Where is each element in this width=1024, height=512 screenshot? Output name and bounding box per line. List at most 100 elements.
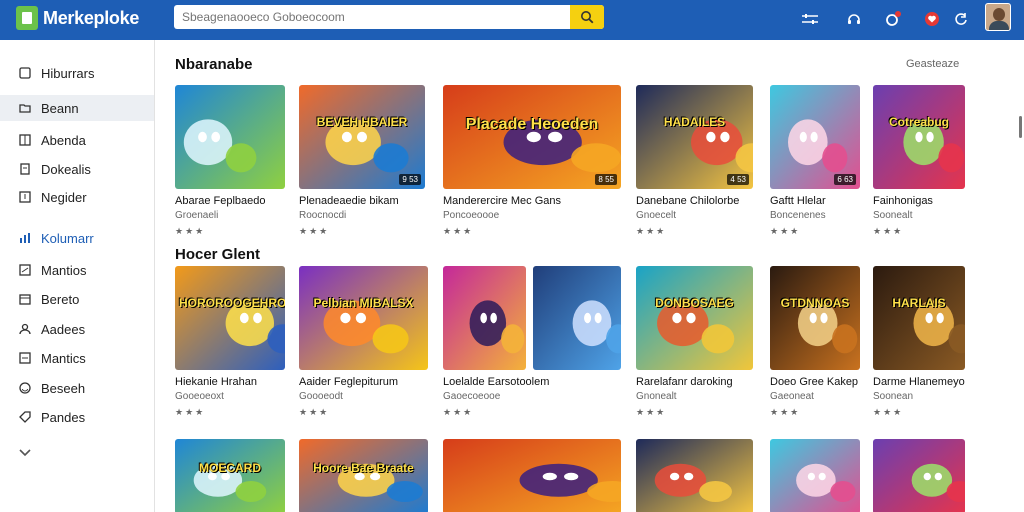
card-publisher: Gnoecelt <box>636 210 677 221</box>
card-rating: ★★★ <box>770 407 801 417</box>
search-bar <box>174 5 604 29</box>
sidebar-item-2[interactable]: Beann <box>0 95 154 121</box>
document-icon <box>18 162 32 176</box>
sidebar-item-1[interactable]: Hiburrars <box>0 60 154 86</box>
game-thumbnail[interactable] <box>533 266 621 370</box>
card-title[interactable]: Darme Hlanemeyo <box>873 376 965 388</box>
sidebar-item-3[interactable]: Abenda <box>0 127 154 153</box>
smile-icon <box>18 381 32 395</box>
card-publisher: Gnonealt <box>636 391 677 402</box>
grid-icon <box>18 133 32 147</box>
game-thumbnail[interactable]: Hoore Bae Braate <box>299 439 428 512</box>
sidebar: Hiburrars Beann Abenda Dokealis Negider Kolum… <box>0 40 155 512</box>
sidebar-item-12[interactable]: Pandes <box>0 404 154 430</box>
card-rating: ★★★ <box>299 407 330 417</box>
card-publisher: Gaoecoeooe <box>443 391 501 402</box>
card-title[interactable]: Manderercire Mec Gans <box>443 195 561 207</box>
game-thumbnail[interactable]: HARLAIS <box>873 266 965 370</box>
game-thumbnail[interactable]: Pelbian MIBALSX <box>299 266 428 370</box>
sidebar-item-9[interactable]: Aadees <box>0 316 154 342</box>
game-thumbnail[interactable]: GTDNNOAS <box>770 266 860 370</box>
notifications-icon[interactable] <box>882 8 904 30</box>
card-title[interactable]: Danebane Chilolorbe <box>636 195 739 207</box>
card-publisher: Soonean <box>873 391 914 402</box>
card-rating: ★★★ <box>770 226 801 236</box>
sidebar-item-label: Mantics <box>41 350 86 366</box>
section-title: Hocer Glent <box>175 246 261 263</box>
game-thumbnail[interactable]: BEVEH HBAIER 9 53 <box>299 85 425 189</box>
card-publisher: Groenaeli <box>175 210 219 221</box>
sidebar-more-button[interactable] <box>0 440 154 466</box>
game-thumbnail[interactable] <box>443 266 526 370</box>
section-title: Nbaranabe <box>175 56 253 73</box>
game-thumbnail[interactable] <box>770 439 860 512</box>
game-thumbnail[interactable]: HOROROOGEHRO <box>175 266 285 370</box>
card-publisher: Soonealt <box>873 210 913 221</box>
sidebar-item-label: Hiburrars <box>41 65 95 81</box>
sidebar-item-label: Bereto <box>41 291 80 307</box>
card-badge: 6 63 <box>834 174 856 185</box>
card-publisher: Boncenenes <box>770 210 826 221</box>
scrollbar[interactable] <box>1019 116 1022 138</box>
card-title[interactable]: Loelalde Earsotoolem <box>443 376 549 388</box>
search-button[interactable] <box>570 5 604 29</box>
app-logo[interactable]: Merkeploke <box>16 6 139 30</box>
card-rating: ★★★ <box>636 407 667 417</box>
settings-sliders-icon[interactable] <box>799 8 821 30</box>
game-thumbnail[interactable]: Placade Heoeden 8 55 <box>443 85 621 189</box>
game-thumbnail[interactable]: DONBOSAEG <box>636 266 753 370</box>
game-thumbnail[interactable] <box>443 439 621 512</box>
card-title[interactable]: Fainhonigas <box>873 195 933 207</box>
sidebar-item-4[interactable]: Dokealis <box>0 156 154 182</box>
list-icon <box>18 351 32 365</box>
card-title[interactable]: Hiekanie Hrahan <box>175 376 257 388</box>
card-rating: ★★★ <box>873 226 904 236</box>
game-thumbnail[interactable] <box>175 85 285 189</box>
refresh-icon[interactable] <box>950 8 972 30</box>
thumbnail-title: Pelbian MIBALSX <box>313 296 414 311</box>
sidebar-item-11[interactable]: Beseeh <box>0 375 154 401</box>
card-rating: ★★★ <box>443 407 474 417</box>
app-name: Merkeploke <box>43 7 140 28</box>
sidebar-item-label: Pandes <box>41 409 86 425</box>
sidebar-item-8[interactable]: Bereto <box>0 286 154 312</box>
see-all-link[interactable]: Geasteaze <box>906 58 959 70</box>
folder-icon <box>18 101 32 115</box>
download-icon <box>18 190 32 204</box>
sidebar-item-10[interactable]: Mantics <box>0 345 154 371</box>
card-title[interactable]: Abarae Feplbaedo <box>175 195 266 207</box>
card-title[interactable]: Aaider Feglepiturum <box>299 376 398 388</box>
sidebar-item-6[interactable]: Kolumarr <box>0 225 154 251</box>
sidebar-item-7[interactable]: Mantios <box>0 257 154 283</box>
card-title[interactable]: Doeo Gree Kakep <box>770 376 858 388</box>
main-content: Nbaranabe Geasteaze Abarae Feplbaedo Groena… <box>156 40 1024 512</box>
card-title[interactable]: Gaftt Hlelar <box>770 195 826 207</box>
sidebar-item-5[interactable]: Negider <box>0 184 154 210</box>
card-title[interactable]: Plenadeaedie bikam <box>299 195 399 207</box>
game-thumbnail[interactable] <box>873 439 965 512</box>
sidebar-item-label: Mantios <box>41 262 87 278</box>
card-rating: ★★★ <box>175 407 206 417</box>
search-input[interactable] <box>174 5 570 29</box>
thumbnail-title: HADAILES <box>663 115 726 130</box>
game-thumbnail[interactable]: MOECARD <box>175 439 285 512</box>
card-badge: 4 53 <box>727 174 749 185</box>
card-publisher: Poncoeoooe <box>443 210 500 221</box>
thumbnail-title: MOECARD <box>199 460 261 475</box>
sidebar-item-label: Dokealis <box>41 161 91 177</box>
game-thumbnail[interactable] <box>636 439 753 512</box>
avatar[interactable] <box>985 3 1011 31</box>
card-title[interactable]: Rarelafanr daroking <box>636 376 733 388</box>
marketplace-logo-icon <box>16 6 38 30</box>
tag-icon <box>18 410 32 424</box>
game-thumbnail[interactable]: Cotreabug <box>873 85 965 189</box>
game-thumbnail[interactable]: 6 63 <box>770 85 860 189</box>
sidebar-item-label: Abenda <box>41 132 86 148</box>
headset-icon[interactable] <box>843 8 865 30</box>
favorites-icon[interactable] <box>921 8 943 30</box>
card-publisher: Goooeodt <box>299 391 343 402</box>
card-rating: ★★★ <box>299 226 330 236</box>
home-icon <box>18 66 32 80</box>
person-icon <box>18 322 32 336</box>
game-thumbnail[interactable]: HADAILES 4 53 <box>636 85 753 189</box>
